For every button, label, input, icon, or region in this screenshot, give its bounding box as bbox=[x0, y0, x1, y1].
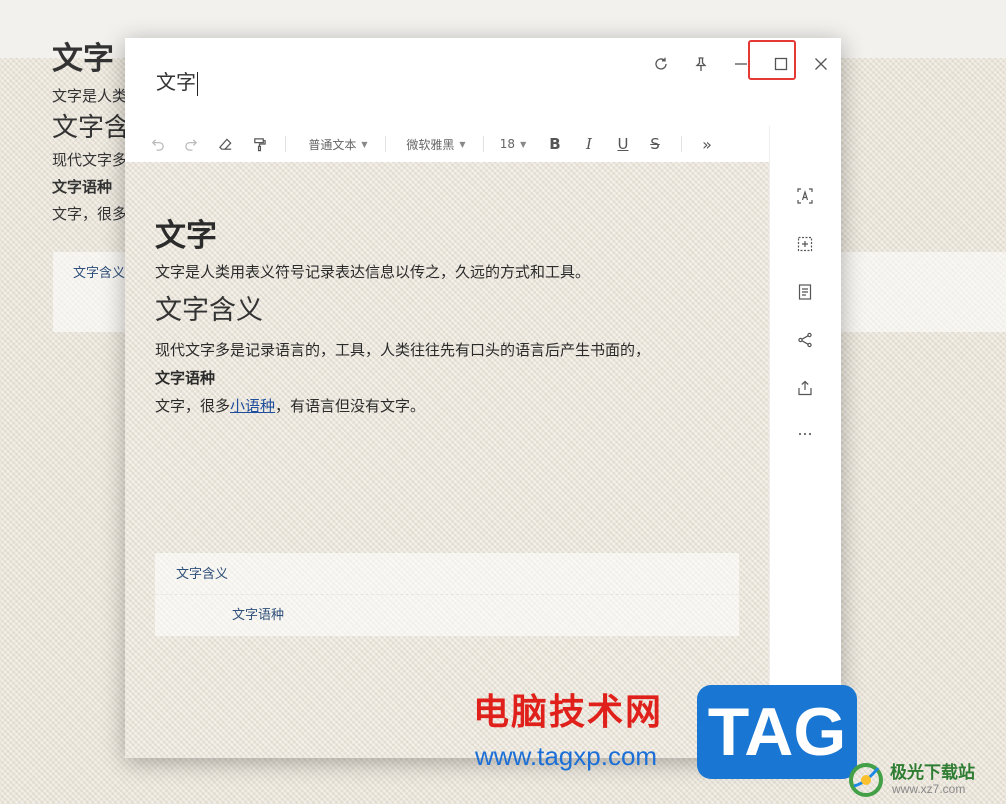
redo-button[interactable] bbox=[179, 126, 203, 162]
text-caret bbox=[197, 71, 198, 96]
eraser-button[interactable] bbox=[213, 126, 237, 162]
paragraph-style-value: 普通文本 bbox=[308, 137, 357, 152]
doc-paragraph-3: 文字，很多小语种，有语言但没有文字。 bbox=[155, 392, 745, 420]
pin-icon bbox=[695, 57, 707, 71]
note-title-text: 文字 bbox=[156, 70, 196, 94]
text-box-button[interactable] bbox=[790, 181, 820, 211]
maximize-highlight-box bbox=[748, 40, 796, 80]
doc-text: 文字，很多 bbox=[155, 397, 231, 415]
toolbar-separator bbox=[681, 136, 682, 152]
caret-down-icon: ▼ bbox=[459, 139, 466, 149]
bold-button[interactable]: B bbox=[543, 126, 567, 162]
doc-bold-line: 文字语种 bbox=[155, 369, 216, 387]
export-button[interactable] bbox=[790, 373, 820, 403]
font-family-select[interactable]: 微软雅黑 ▼ bbox=[399, 126, 473, 162]
export-icon bbox=[798, 380, 812, 396]
text-box-icon bbox=[797, 188, 813, 204]
share-button[interactable] bbox=[790, 325, 820, 355]
caret-down-icon: ▼ bbox=[361, 139, 368, 149]
refresh-icon bbox=[655, 57, 667, 70]
add-frame-button[interactable] bbox=[790, 229, 820, 259]
format-painter-button[interactable] bbox=[247, 126, 271, 162]
italic-button[interactable]: I bbox=[577, 126, 601, 162]
table-of-contents: 文字含义 文字语种 bbox=[155, 553, 739, 636]
font-size-value: 18 bbox=[499, 137, 516, 151]
toolbar-separator bbox=[483, 136, 484, 152]
strikethrough-button[interactable]: S bbox=[643, 126, 667, 162]
document-button[interactable] bbox=[790, 277, 820, 307]
underline-button[interactable]: U bbox=[611, 126, 635, 162]
font-family-value: 微软雅黑 bbox=[406, 137, 455, 152]
toolbar-separator bbox=[385, 136, 386, 152]
close-icon bbox=[815, 58, 827, 70]
doc-text: ，有语言但没有文字。 bbox=[275, 397, 426, 415]
toc-item[interactable]: 文字含义 bbox=[176, 563, 228, 582]
doc-heading-1: 文字 bbox=[155, 218, 217, 254]
more-icon bbox=[798, 432, 812, 436]
right-side-panel bbox=[769, 126, 841, 758]
background-toc-item[interactable]: 文字含义 bbox=[73, 262, 125, 281]
add-frame-icon bbox=[797, 236, 813, 252]
font-size-select[interactable]: 18 ▼ bbox=[493, 126, 533, 162]
more-tools-button[interactable]: » bbox=[695, 126, 719, 162]
brand-name: 极光下载站 bbox=[890, 763, 975, 783]
watermark-tag-logo: TAG bbox=[697, 685, 857, 779]
close-button[interactable] bbox=[803, 46, 839, 82]
brand-watermark: 极光下载站 www.xz7.com bbox=[846, 756, 1006, 802]
watermark-site-name: 电脑技术网 bbox=[473, 692, 664, 733]
title-bar: 文字 bbox=[125, 38, 841, 126]
format-painter-icon bbox=[253, 137, 266, 151]
format-toolbar: 普通文本 ▼ 微软雅黑 ▼ 18 ▼ B I U S » bbox=[125, 126, 769, 162]
aurora-logo-icon bbox=[849, 763, 883, 797]
note-window: 文字 普通文本 ▼ 微软雅黑 ▼ 18 ▼ B I U S » 文字 文字是人类… bbox=[125, 38, 841, 758]
share-icon bbox=[798, 332, 812, 348]
document-body: 文字 文字是人类用表义符号记录表达信息以传之，久远的方式和工具。 文字含义 现代… bbox=[155, 214, 745, 420]
doc-paragraph-1: 文字是人类用表义符号记录表达信息以传之，久远的方式和工具。 bbox=[155, 263, 591, 281]
caret-down-icon: ▼ bbox=[520, 139, 527, 149]
minimize-icon bbox=[735, 63, 747, 65]
doc-paragraph-2: 现代文字多是记录语言的，工具，人类往往先有口头的语言后产生书面的， bbox=[155, 341, 651, 359]
watermark-url: www.tagxp.com bbox=[475, 741, 658, 771]
site-watermark: 电脑技术网 www.tagxp.com TAG bbox=[465, 683, 860, 779]
pin-button[interactable] bbox=[683, 46, 719, 82]
eraser-icon bbox=[218, 137, 232, 150]
redo-icon bbox=[184, 138, 197, 151]
paragraph-style-select[interactable]: 普通文本 ▼ bbox=[301, 126, 375, 162]
undo-icon bbox=[151, 138, 164, 151]
editor-area[interactable]: 文字 文字是人类用表义符号记录表达信息以传之，久远的方式和工具。 文字含义 现代… bbox=[125, 162, 769, 758]
toc-item[interactable]: 文字语种 bbox=[232, 604, 284, 623]
doc-heading-2: 文字含义 bbox=[155, 295, 263, 326]
more-button[interactable] bbox=[790, 419, 820, 449]
note-title[interactable]: 文字 bbox=[156, 66, 198, 96]
toc-divider bbox=[155, 594, 739, 595]
toolbar-separator bbox=[285, 136, 286, 152]
document-icon bbox=[798, 284, 812, 300]
refresh-button[interactable] bbox=[643, 46, 679, 82]
undo-button[interactable] bbox=[145, 126, 169, 162]
brand-url: www.xz7.com bbox=[892, 782, 966, 796]
doc-link[interactable]: 小语种 bbox=[230, 397, 275, 415]
